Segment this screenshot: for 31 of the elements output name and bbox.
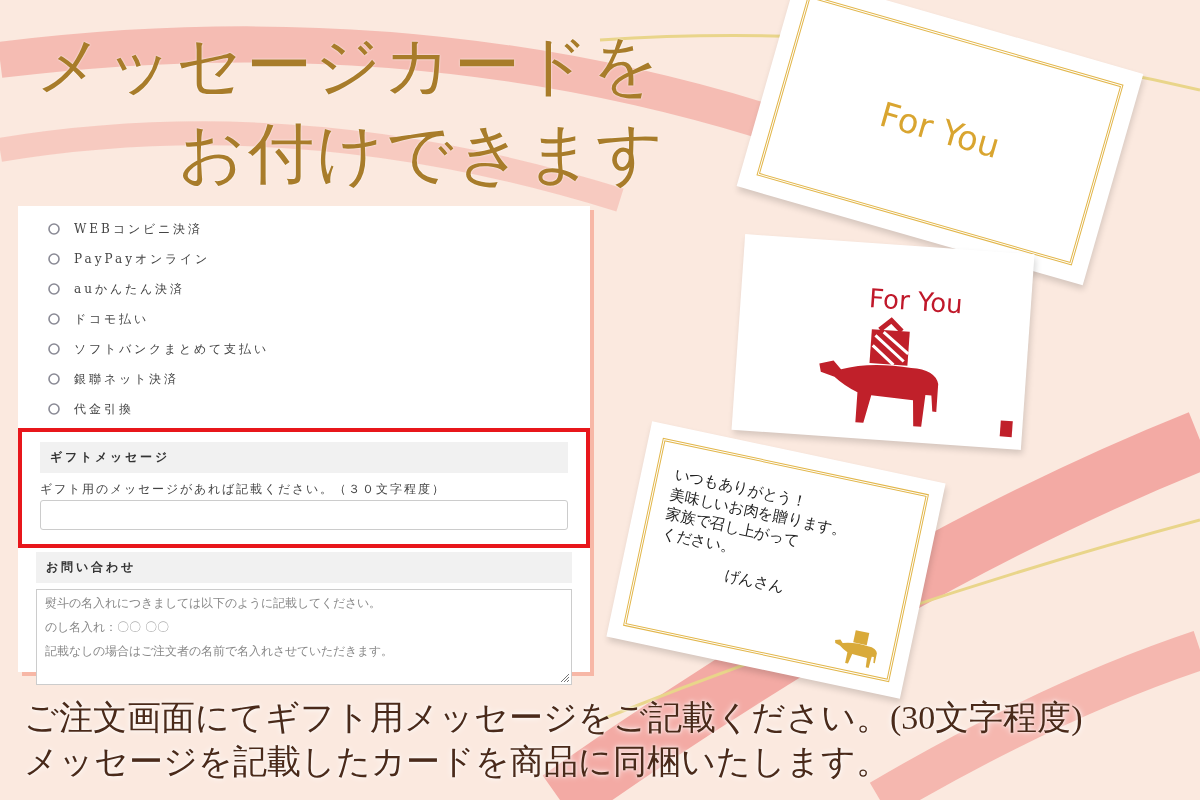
payment-radio-option[interactable]: WEBコンビニ決済 (48, 214, 576, 244)
payment-radio-option[interactable]: auかんたん決済 (48, 274, 576, 304)
radio-button[interactable] (48, 283, 60, 295)
seal-icon (999, 420, 1013, 438)
radio-button[interactable] (48, 343, 60, 355)
card-title: For You (868, 282, 964, 320)
radio-button[interactable] (48, 403, 60, 415)
resize-grip-icon (561, 674, 569, 682)
placeholder-text: のし名入れ：〇〇 〇〇 (45, 620, 169, 634)
payment-radio-option[interactable]: 銀聯ネット決済 (48, 364, 576, 394)
placeholder-text: 記載なしの場合はご注文者の名前で名入れさせていただきます。 (45, 644, 393, 658)
caption-text: メッセージを記載したカードを商品に同梱いたします。 (24, 742, 891, 782)
payment-radio-option[interactable]: ドコモ払い (48, 304, 576, 334)
payment-radio-option[interactable]: 代金引換 (48, 394, 576, 424)
card-title: For You (875, 93, 1005, 167)
section-heading: ギフトメッセージ (40, 442, 568, 473)
radio-button[interactable] (48, 253, 60, 265)
gift-message-input-field[interactable] (40, 500, 568, 530)
radio-button[interactable] (48, 313, 60, 325)
headline-text: メッセージカードを (35, 28, 663, 104)
section-heading: お問い合わせ (36, 552, 572, 583)
radio-button[interactable] (48, 373, 60, 385)
headline-text: お付けできます (177, 116, 667, 192)
placeholder-text: 熨斗の名入れにつきましては以下のように記載してください。 (45, 596, 381, 610)
inquiry-text-area[interactable]: 熨斗の名入れにつきましては以下のように記載してください。 のし名入れ：〇〇 〇〇 記載なしの場合はご注文者の名前で名入れさせていただきます。 (36, 589, 572, 685)
payment-radio-option[interactable]: ソフトバンクまとめて支払い (48, 334, 576, 364)
field-label: ギフト用のメッセージがあれば記載ください。（３０文字程度） (40, 481, 447, 498)
radio-button[interactable] (48, 223, 60, 235)
card-signature: げんさん (721, 564, 787, 598)
caption-text: ご注文画面にてギフト用メッセージをご記載ください。(30文字程度) (24, 698, 1083, 738)
payment-radio-option[interactable]: PayPayオンライン (48, 244, 576, 274)
